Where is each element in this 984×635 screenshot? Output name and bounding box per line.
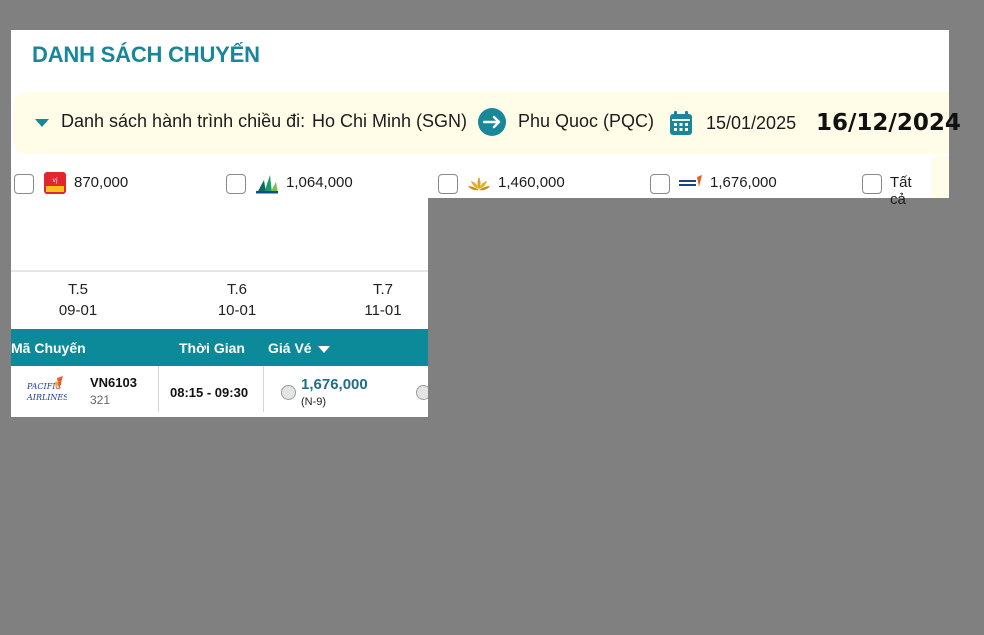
checkbox[interactable] — [438, 174, 458, 194]
vietjet-logo-icon: vj — [42, 171, 68, 195]
header-time[interactable]: Thời Gian — [179, 340, 245, 356]
filter-price: 1,064,000 — [286, 174, 353, 191]
pacific-airlines-logo-icon — [678, 171, 704, 195]
bamboo-logo-icon — [254, 171, 280, 195]
pacific-airlines-logo-icon: PACIFIC AIRLINES — [25, 376, 69, 406]
date-strip: T.5 09-01 T.6 10-01 T.7 11-01 — [11, 270, 428, 328]
checkbox[interactable] — [226, 174, 246, 194]
route-bar: Danh sách hành trình chiều đi: Ho Chi Mi… — [14, 92, 961, 154]
flight-results-panel: T.5 09-01 T.6 10-01 T.7 11-01 Mã Chuyến … — [11, 198, 428, 417]
page-title: DANH SÁCH CHUYẾN — [32, 42, 260, 67]
flight-code: VN6103 — [90, 375, 137, 390]
lotus-logo-icon — [466, 171, 492, 195]
filter-price: 1,460,000 — [498, 174, 565, 191]
header-fare-sort[interactable]: Giá Vé — [268, 340, 330, 356]
fare-class: (N-9) — [301, 396, 327, 408]
divider — [263, 366, 264, 412]
day-date: 10-01 — [217, 302, 257, 319]
day-of-week: T.5 — [67, 281, 88, 298]
aircraft-type: 321 — [90, 393, 111, 407]
day-date: 11-01 — [364, 302, 402, 319]
header-flight-code: Mã Chuyến — [11, 340, 86, 356]
date-overlay-text: 16/12/2024 — [816, 110, 961, 136]
day-tab[interactable]: T.5 09-01 — [38, 280, 118, 320]
day-date: 09-01 — [58, 302, 98, 319]
logo-text: AIRLINES — [26, 393, 67, 402]
arrow-right-icon — [478, 108, 506, 136]
flight-list-panel: DANH SÁCH CHUYẾN Danh sách hành trình ch… — [11, 30, 961, 208]
origin-airport: Ho Chi Minh (SGN) — [312, 111, 468, 131]
departure-date[interactable]: 15/01/2025 — [706, 113, 796, 134]
checkbox[interactable] — [14, 174, 34, 194]
divider — [158, 366, 159, 412]
filter-all-label: Tất cả — [890, 174, 912, 208]
filter-price: 1,676,000 — [710, 174, 777, 191]
filter-price: 870,000 — [74, 174, 129, 191]
day-tab[interactable]: T.6 10-01 — [197, 280, 277, 320]
day-of-week: T.7 — [372, 281, 393, 298]
checkbox[interactable] — [862, 174, 882, 194]
fare-radio[interactable] — [416, 385, 428, 400]
fare-radio[interactable] — [281, 385, 296, 400]
destination-airport: Phu Quoc (PQC) — [518, 111, 655, 131]
header-fare: Giá Vé — [268, 340, 312, 356]
table-header: Mã Chuyến Thời Gian Giá Vé — [11, 329, 428, 366]
flight-time: 08:15 - 09:30 — [170, 385, 249, 400]
collapse-caret-icon[interactable] — [35, 119, 49, 127]
route-label: Danh sách hành trình chiều đi: — [61, 111, 306, 131]
day-of-week: T.6 — [226, 281, 247, 298]
sort-down-icon — [317, 345, 330, 353]
svg-text:vj: vj — [52, 177, 58, 184]
table-row[interactable]: PACIFIC AIRLINES VN6103 321 08:15 - 09:3… — [11, 366, 428, 417]
day-tab[interactable]: T.7 11-01 — [343, 280, 423, 320]
checkbox[interactable] — [650, 174, 670, 194]
airline-filter-list: vj 870,000 1,064,000 1,460,000 1,676,000… — [11, 157, 931, 208]
fare-price: 1,676,000 — [301, 376, 368, 393]
calendar-icon[interactable] — [669, 110, 693, 136]
